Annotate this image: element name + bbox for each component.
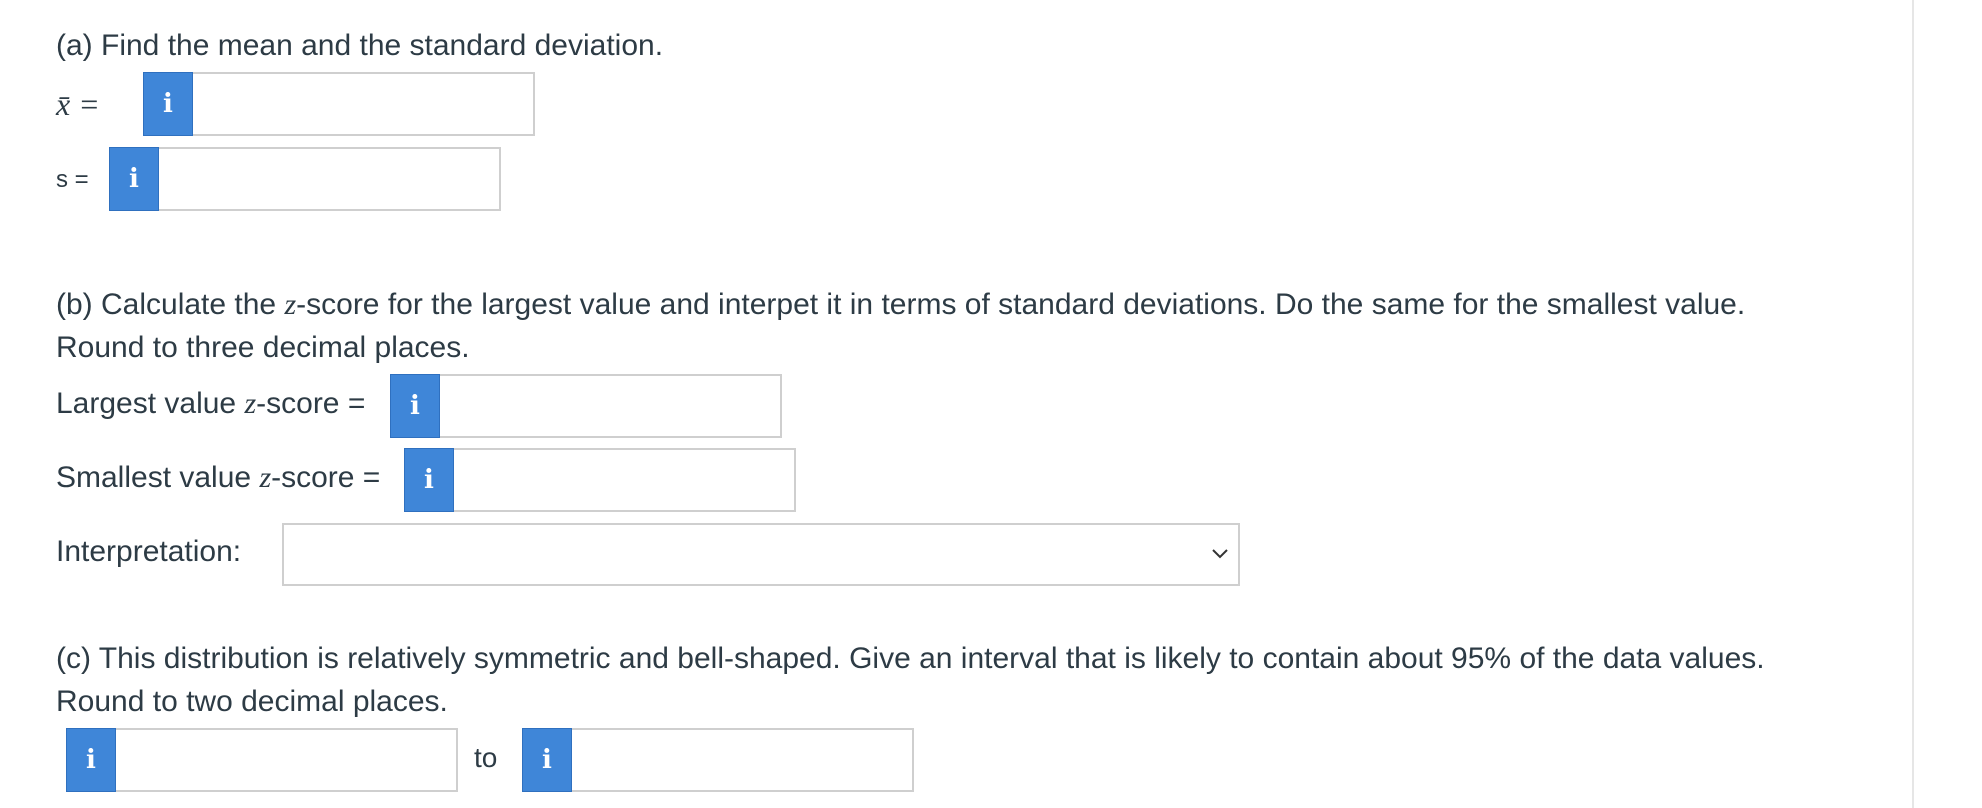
sd-info-icon[interactable]: i [109,147,159,211]
largest-zscore-input[interactable] [440,374,782,438]
part-c-round-note: Round to two decimal places. [56,685,448,718]
chevron-down-icon [1212,549,1228,559]
smallest-zscore-info-icon[interactable]: i [404,448,454,512]
interval-to-label: to [474,742,498,773]
interpretation-dropdown[interactable] [282,523,1240,586]
mean-input[interactable] [193,72,535,136]
sd-input[interactable] [159,147,501,211]
interval-upper-input[interactable] [572,728,914,792]
part-c-heading: (c) This distribution is relatively symm… [56,642,1765,675]
largest-zscore-info-icon[interactable]: i [390,374,440,438]
sd-label: s = [56,166,89,193]
mean-label: x̄ = [56,86,100,122]
interval-lower-info-icon[interactable]: i [66,728,116,792]
interpretation-label: Interpretation: [56,535,242,568]
smallest-zscore-label: Smallest value z-score = [56,461,381,494]
right-side-panel [1912,0,1982,808]
largest-zscore-label: Largest value z-score = [56,387,366,420]
mean-info-icon[interactable]: i [143,72,193,136]
question-content: (a) Find the mean and the standard devia… [0,0,1912,808]
interval-upper-info-icon[interactable]: i [522,728,572,792]
part-b-round-note: Round to three decimal places. [56,331,470,364]
smallest-zscore-input[interactable] [454,448,796,512]
interval-lower-input[interactable] [116,728,458,792]
part-b-heading: (b) Calculate the z-score for the larges… [56,288,1746,321]
part-a-heading: (a) Find the mean and the standard devia… [56,29,664,62]
